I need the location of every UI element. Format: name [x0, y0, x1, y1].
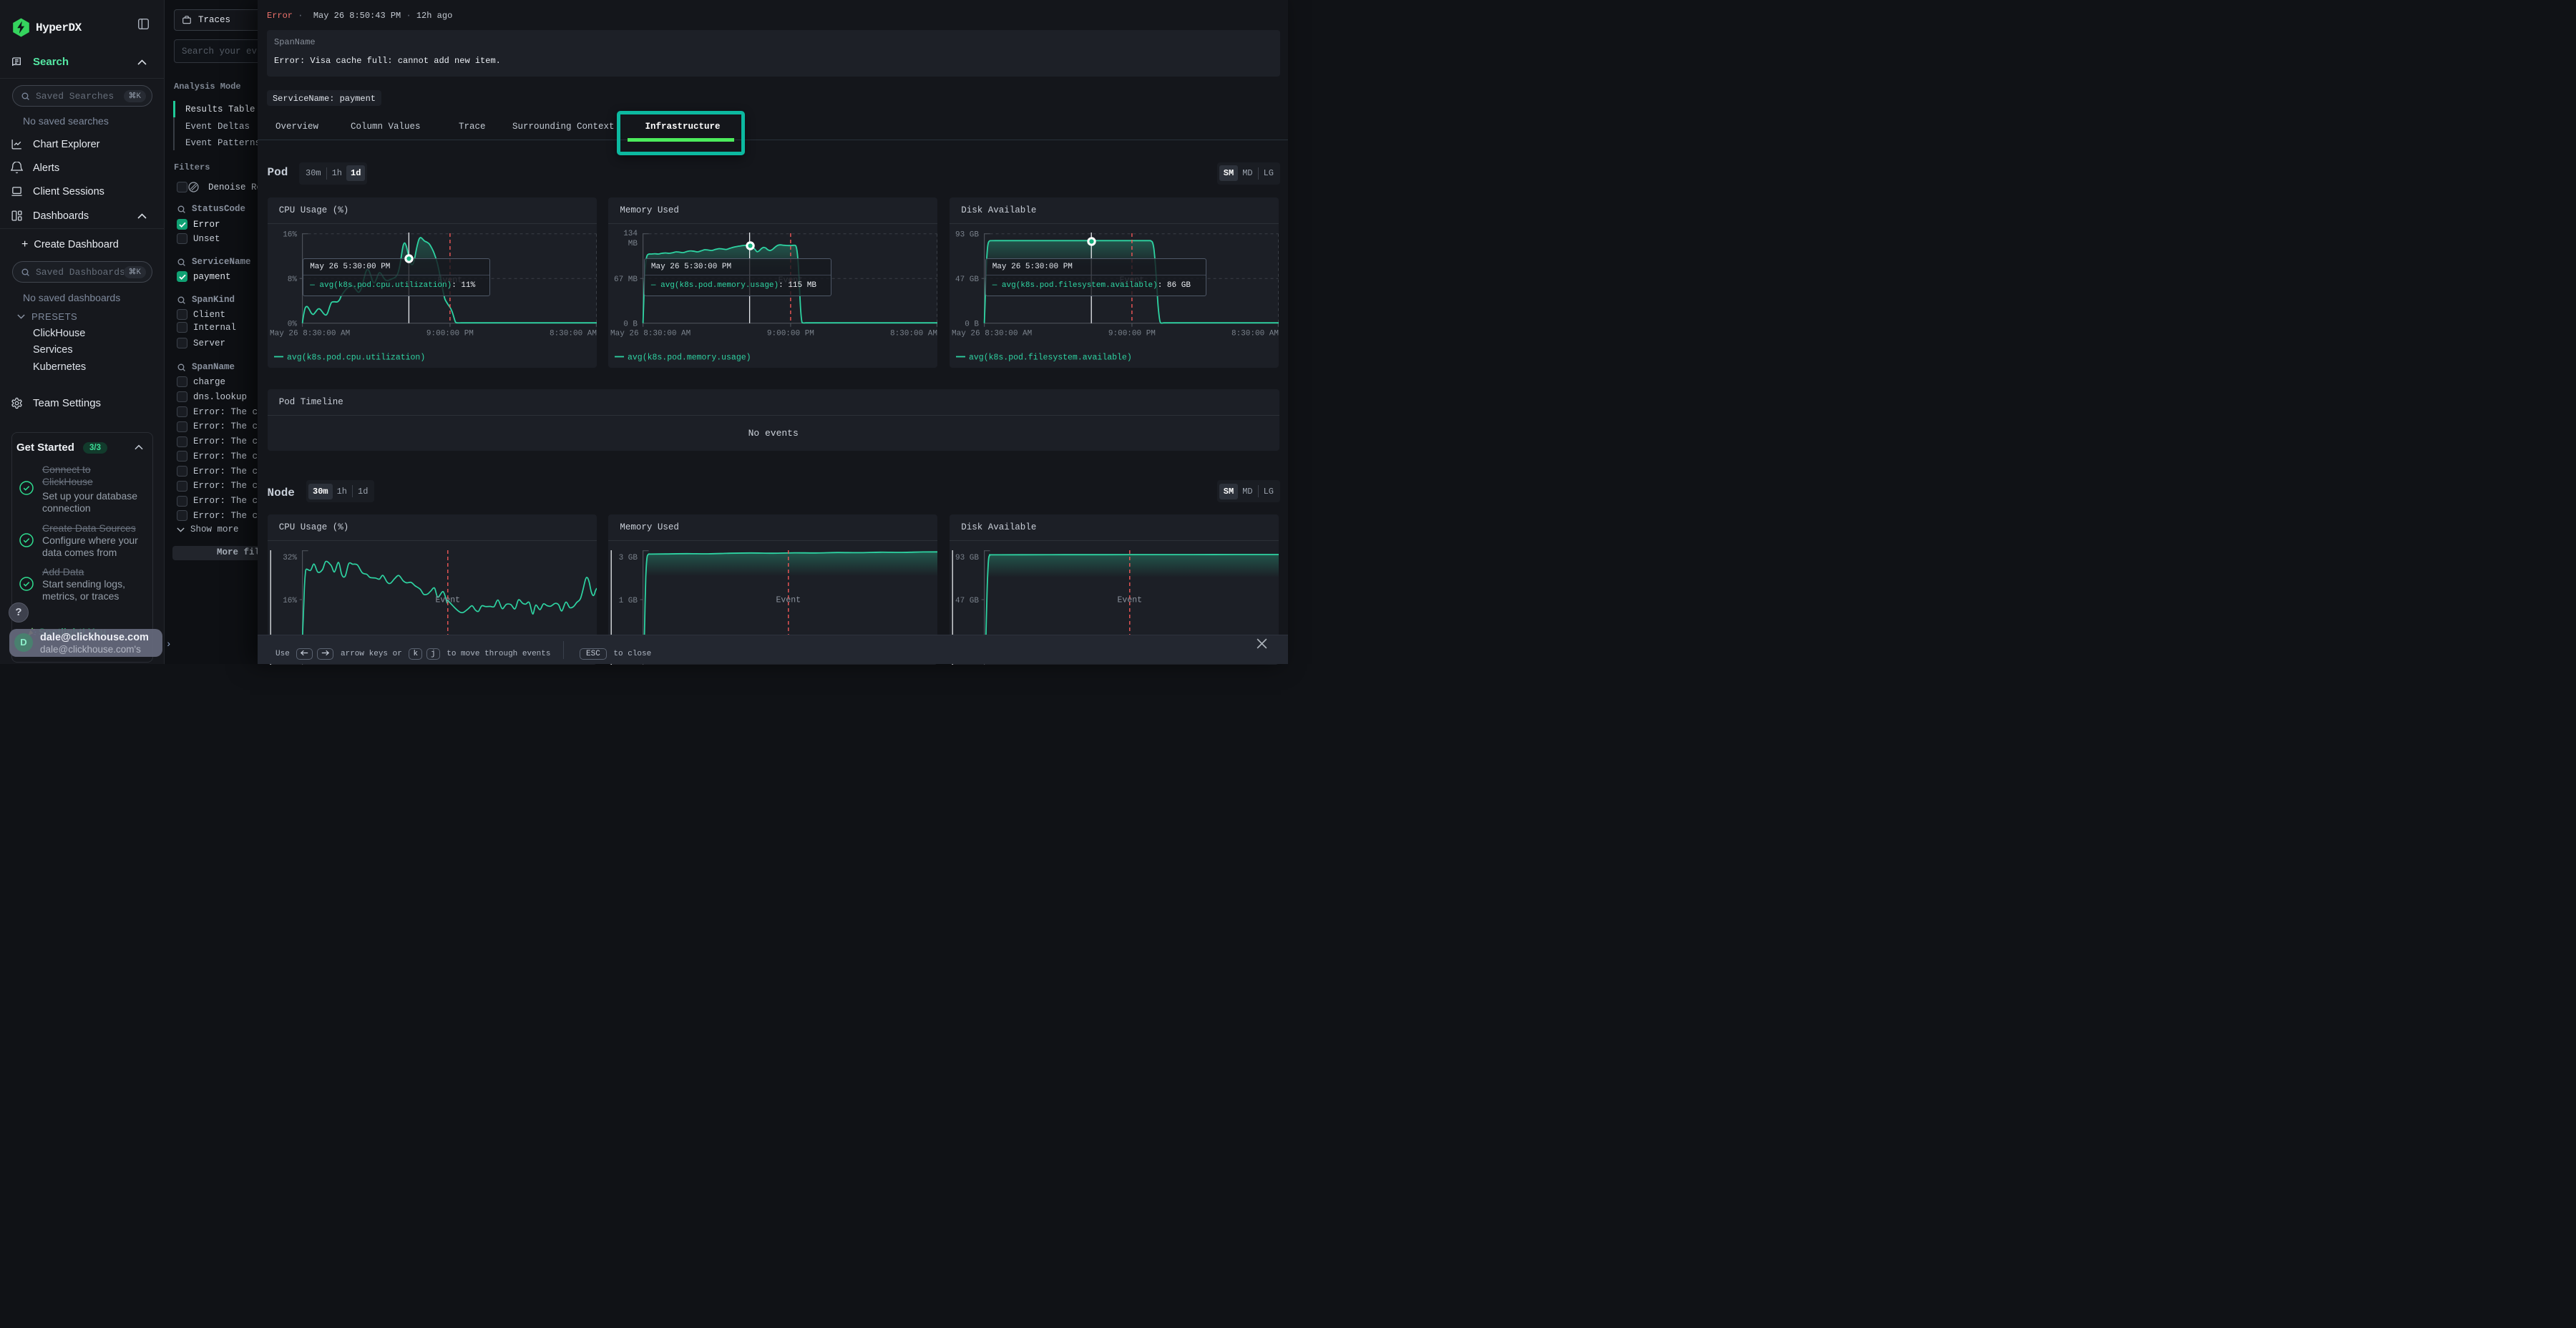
svg-text:134: 134 [624, 230, 638, 238]
svg-text:0 B: 0 B [624, 321, 638, 329]
svg-text:93 GB: 93 GB [955, 231, 979, 240]
svg-text:Event: Event [776, 596, 801, 605]
svg-text:9:00:00 PM: 9:00:00 PM [1108, 330, 1156, 338]
svg-text:Event: Event [1118, 596, 1143, 605]
svg-text:16%: 16% [283, 231, 297, 240]
svg-text:Event: Event [435, 596, 460, 605]
svg-text:May 26 8:30:00 AM: May 26 8:30:00 AM [270, 330, 350, 338]
svg-text:8:30:00 AM: 8:30:00 AM [1231, 330, 1279, 338]
svg-text:67 MB: 67 MB [614, 275, 638, 284]
svg-text:avg(k8s.pod.filesystem.availab: avg(k8s.pod.filesystem.available) [969, 353, 1132, 363]
svg-text:0%: 0% [287, 321, 297, 329]
svg-text:8:30:00 AM: 8:30:00 AM [550, 330, 597, 338]
svg-text:May 26 8:30:00 AM: May 26 8:30:00 AM [610, 330, 691, 338]
svg-text:32%: 32% [283, 554, 297, 562]
svg-text:3 GB: 3 GB [619, 554, 638, 562]
svg-text:9:00:00 PM: 9:00:00 PM [767, 330, 814, 338]
svg-text:1 GB: 1 GB [619, 597, 638, 605]
svg-text:0 B: 0 B [965, 321, 979, 329]
svg-text:8:30:00 AM: 8:30:00 AM [890, 330, 937, 338]
svg-text:47 GB: 47 GB [955, 275, 979, 284]
svg-text:8%: 8% [287, 275, 297, 284]
svg-text:9:00:00 PM: 9:00:00 PM [426, 330, 474, 338]
svg-text:avg(k8s.pod.memory.usage): avg(k8s.pod.memory.usage) [628, 353, 751, 363]
svg-text:MB: MB [628, 240, 638, 248]
svg-text:47 GB: 47 GB [955, 597, 979, 605]
svg-text:avg(k8s.pod.cpu.utilization): avg(k8s.pod.cpu.utilization) [287, 353, 425, 363]
svg-text:May 26 8:30:00 AM: May 26 8:30:00 AM [952, 330, 1032, 338]
svg-text:93 GB: 93 GB [955, 554, 979, 562]
svg-text:16%: 16% [283, 597, 297, 605]
